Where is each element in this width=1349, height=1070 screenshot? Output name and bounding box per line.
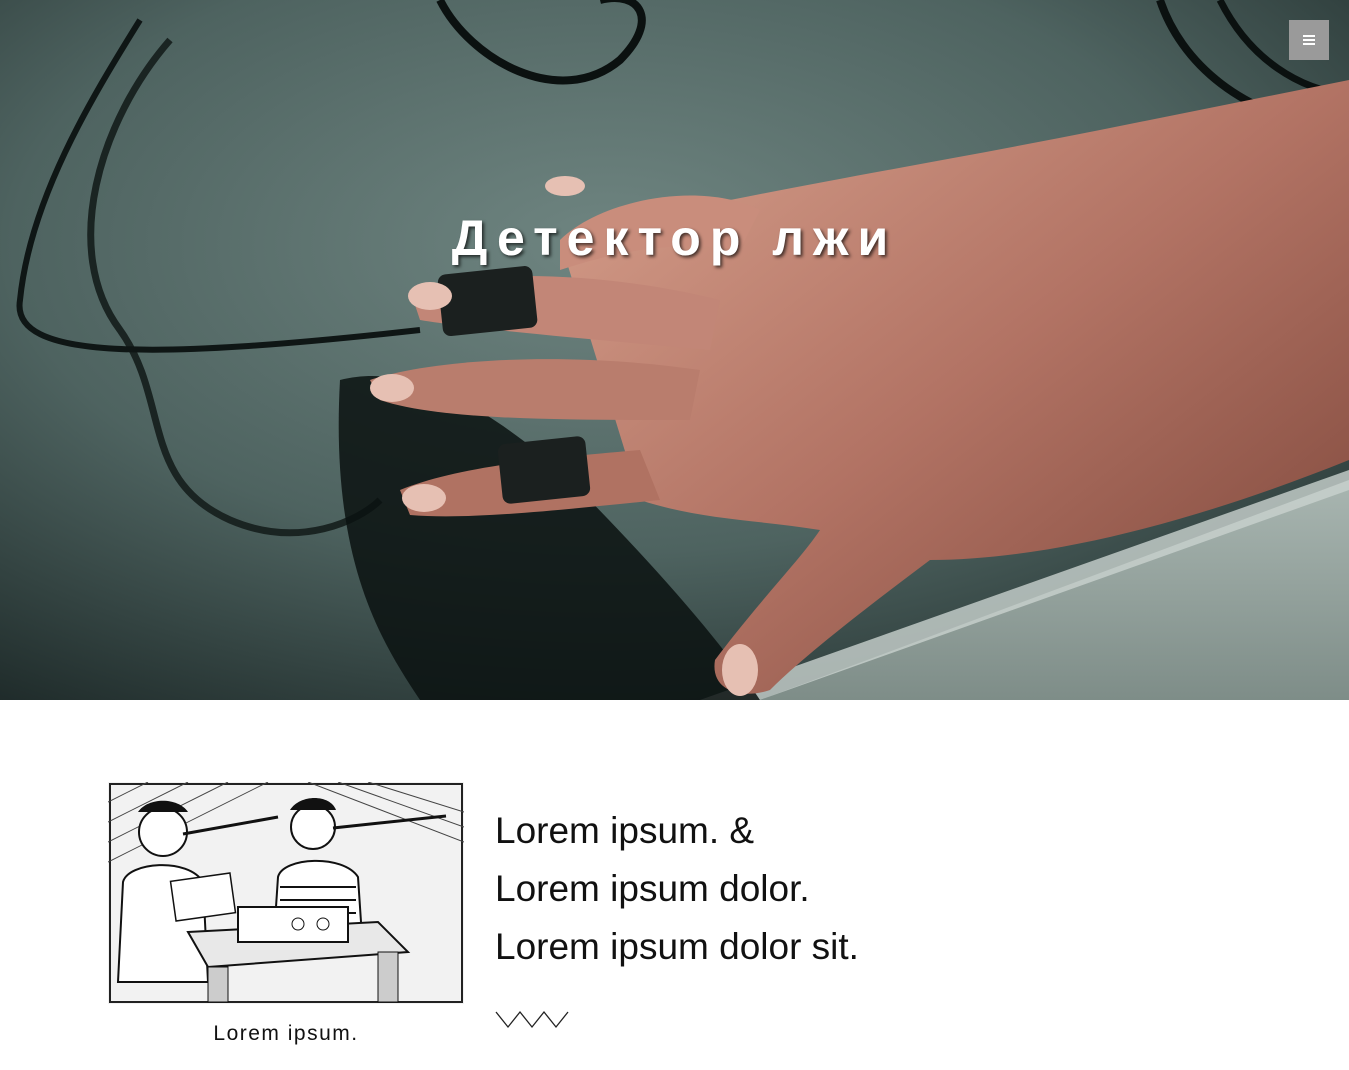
text-line: Lorem ipsum. & bbox=[495, 810, 755, 851]
menu-button[interactable] bbox=[1289, 20, 1329, 60]
text-line: Lorem ipsum dolor sit. bbox=[495, 926, 859, 967]
cartoon-illustration bbox=[108, 782, 464, 1004]
hero-title: Детектор лжи bbox=[451, 210, 898, 266]
polygraph-hand-photo bbox=[0, 0, 1349, 700]
hamburger-menu-icon bbox=[1303, 35, 1315, 45]
hero-banner: Детектор лжи bbox=[0, 0, 1349, 700]
text-lines: Lorem ipsum. & Lorem ipsum dolor. Lorem … bbox=[495, 802, 859, 976]
figure-caption: Lorem ipsum. bbox=[213, 1022, 359, 1045]
content-section: Lorem ipsum. Lorem ipsum. & Lorem ipsum … bbox=[0, 700, 1349, 1070]
pinocchio-polygraph-cartoon bbox=[108, 782, 464, 1004]
text-line: Lorem ipsum dolor. bbox=[495, 868, 810, 909]
zigzag-icon bbox=[495, 1010, 569, 1029]
